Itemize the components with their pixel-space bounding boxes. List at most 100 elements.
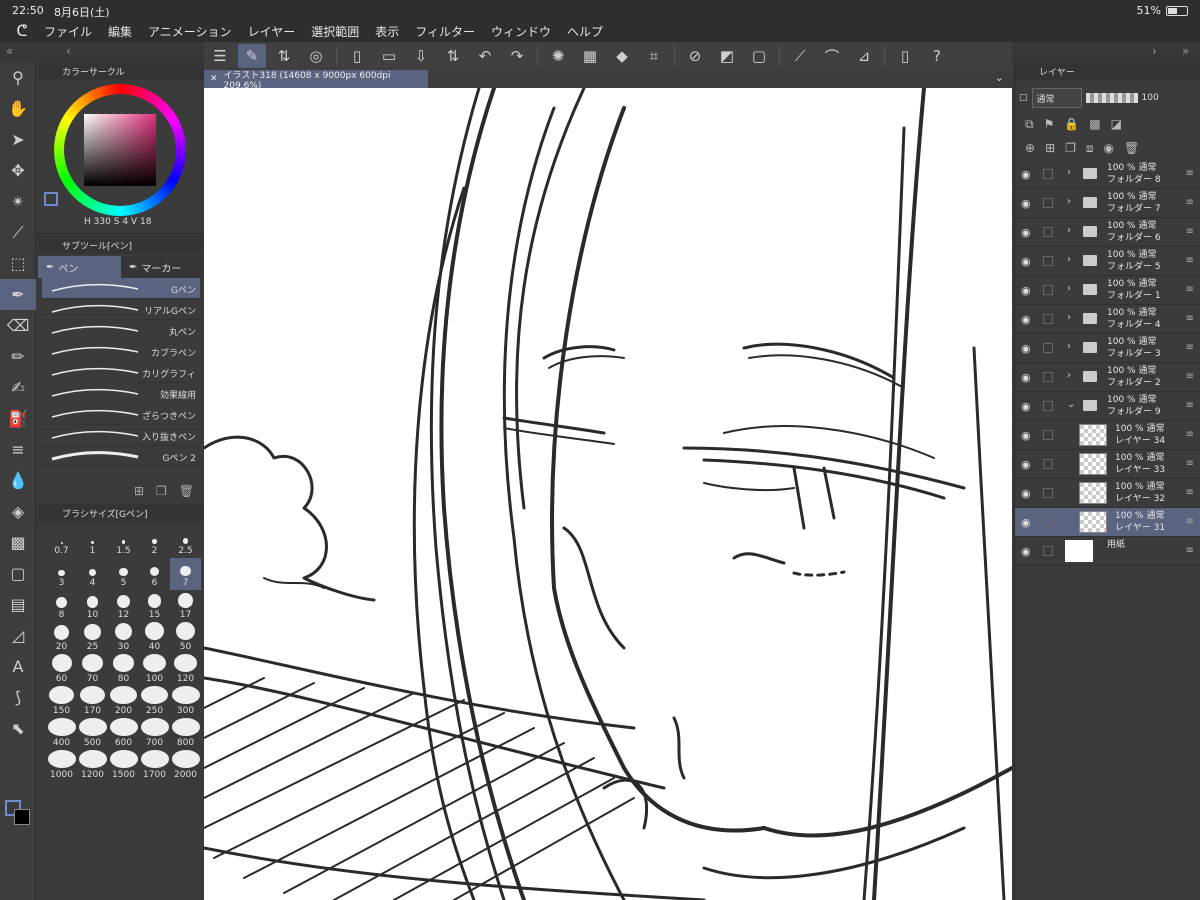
new-folder-icon[interactable]: ⊞ bbox=[1045, 141, 1055, 155]
eye-icon[interactable]: ◉ bbox=[1021, 400, 1031, 413]
brush-size-cell[interactable]: 100 bbox=[139, 654, 170, 686]
layer-menu-icon[interactable]: ≡ bbox=[1186, 226, 1194, 237]
brush-size-cell[interactable]: 17 bbox=[170, 590, 201, 622]
layer-row[interactable]: ◉ 100 % 通常 レイヤー 34 ≡ bbox=[1015, 421, 1200, 450]
drawing-canvas[interactable] bbox=[204, 88, 1012, 900]
brush-size-cell[interactable]: 30 bbox=[108, 622, 139, 654]
layer-row[interactable]: ◉ 100 % 通常 レイヤー 31 ≡ bbox=[1015, 508, 1200, 537]
eye-icon[interactable]: ◉ bbox=[1021, 197, 1031, 210]
brush-item[interactable]: ざらつきペン bbox=[42, 404, 200, 425]
brush-size-cell[interactable]: 2.5 bbox=[170, 526, 201, 558]
hue-ring[interactable] bbox=[54, 84, 186, 216]
menu-edit[interactable]: 編集 bbox=[108, 23, 132, 40]
eye-icon[interactable]: ◉ bbox=[1021, 516, 1031, 529]
layer-row[interactable]: ◉ › 100 % 通常 フォルダー 7 ≡ bbox=[1015, 189, 1200, 218]
brush-size-cell[interactable]: 70 bbox=[77, 654, 108, 686]
chevron-right-icon[interactable]: › bbox=[1067, 341, 1071, 352]
layer-checkbox[interactable] bbox=[1043, 546, 1053, 556]
brush-item[interactable]: 丸ペン bbox=[42, 320, 200, 341]
layer-checkbox[interactable] bbox=[1043, 314, 1053, 324]
move-layer-icon[interactable]: ✥ bbox=[0, 155, 36, 186]
eye-icon[interactable]: ◉ bbox=[1021, 371, 1031, 384]
layer-row[interactable]: ◉ 100 % 通常 レイヤー 33 ≡ bbox=[1015, 450, 1200, 479]
chevron-left-icon[interactable]: ‹ bbox=[66, 44, 71, 58]
brush-size-cell[interactable]: 8 bbox=[46, 590, 77, 622]
open-folder-icon[interactable]: ▭ bbox=[375, 44, 403, 68]
ruler-icon[interactable]: ◎ bbox=[302, 44, 330, 68]
smartphone-icon[interactable]: ▯ bbox=[891, 44, 919, 68]
chevron-right-icon[interactable]: › bbox=[1067, 370, 1071, 381]
chevron-right-icon[interactable]: › bbox=[1067, 196, 1071, 207]
layer-checkbox[interactable] bbox=[1043, 198, 1053, 208]
brush-item[interactable]: カブラペン bbox=[42, 341, 200, 362]
blend-clip-icon[interactable]: ▢ bbox=[1019, 93, 1028, 103]
tab-pen[interactable]: ✒ ペン bbox=[38, 256, 121, 278]
updown-icon[interactable]: ⇅ bbox=[270, 44, 298, 68]
gradient-icon[interactable]: ▩ bbox=[0, 527, 36, 558]
layer-menu-icon[interactable]: ≡ bbox=[1186, 458, 1194, 469]
layer-checkbox[interactable] bbox=[1043, 401, 1053, 411]
saturation-value-square[interactable] bbox=[84, 114, 156, 186]
brush-size-cell[interactable]: 1700 bbox=[139, 750, 170, 782]
reference-icon[interactable]: ⚑ bbox=[1044, 117, 1055, 131]
menu-filter[interactable]: フィルター bbox=[415, 23, 475, 40]
figure-icon[interactable]: ▢ bbox=[0, 558, 36, 589]
chevron-right-icon[interactable]: › bbox=[1067, 167, 1071, 178]
trash-icon[interactable]: 🗑 bbox=[179, 484, 194, 498]
trash-icon[interactable]: 🗑 bbox=[1124, 141, 1139, 155]
eye-icon[interactable]: ◉ bbox=[1021, 226, 1031, 239]
lock-transparency-icon[interactable]: ▩ bbox=[1089, 117, 1100, 131]
layer-row[interactable]: ◉ › 100 % 通常 フォルダー 3 ≡ bbox=[1015, 334, 1200, 363]
layer-menu-icon[interactable]: ≡ bbox=[1186, 342, 1194, 353]
canvas-tab[interactable]: ✕ イラスト318 (14608 x 9000px 600dpi 209.6%) bbox=[204, 70, 428, 91]
frame-icon[interactable]: ▤ bbox=[0, 589, 36, 620]
layer-menu-icon[interactable]: ≡ bbox=[1186, 516, 1194, 527]
magic-wand-icon[interactable]: ✴ bbox=[0, 186, 36, 217]
eye-icon[interactable]: ◉ bbox=[1021, 429, 1031, 442]
layer-menu-icon[interactable]: ≡ bbox=[1186, 371, 1194, 382]
brush-size-cell[interactable]: 7 bbox=[170, 558, 201, 590]
layer-checkbox[interactable] bbox=[1043, 256, 1053, 266]
deselect-icon[interactable]: ⊘ bbox=[681, 44, 709, 68]
chevron-right-icon[interactable]: › bbox=[1067, 283, 1071, 294]
decoration-icon[interactable]: ≡ bbox=[0, 434, 36, 465]
collapse-left-icon[interactable]: « bbox=[6, 44, 13, 58]
brush-size-cell[interactable]: 150 bbox=[46, 686, 77, 718]
layer-menu-icon[interactable]: ≡ bbox=[1186, 313, 1194, 324]
brush-size-cell[interactable]: 600 bbox=[108, 718, 139, 750]
brush-item[interactable]: 効果線用 bbox=[42, 383, 200, 404]
brush-size-cell[interactable]: 2 bbox=[139, 526, 170, 558]
layer-tab[interactable]: レイヤー bbox=[1015, 62, 1200, 80]
brush-size-cell[interactable]: 1200 bbox=[77, 750, 108, 782]
layer-checkbox[interactable] bbox=[1043, 459, 1053, 469]
brush-item[interactable]: Gペン 2 bbox=[42, 446, 200, 467]
selection-icon[interactable]: ⬚ bbox=[0, 248, 36, 279]
duplicate-icon[interactable]: ❐ bbox=[156, 484, 167, 498]
new-layer-icon[interactable]: ⊕ bbox=[1025, 141, 1035, 155]
import-icon[interactable]: ⊞ bbox=[134, 484, 144, 498]
color-wheel-tab[interactable]: カラーサークル bbox=[38, 62, 204, 80]
special-ruler-snap-icon[interactable]: ⌒ bbox=[818, 44, 846, 68]
layer-row[interactable]: ◉ ⌄ 100 % 通常 フォルダー 9 ≡ bbox=[1015, 392, 1200, 421]
layer-checkbox[interactable] bbox=[1043, 285, 1053, 295]
eye-icon[interactable]: ◉ bbox=[1021, 342, 1031, 355]
layer-checkbox[interactable] bbox=[1043, 227, 1053, 237]
brush-size-cell[interactable]: 12 bbox=[108, 590, 139, 622]
loading-icon[interactable]: ✺ bbox=[544, 44, 572, 68]
merge-icon[interactable]: ⧈ bbox=[1086, 141, 1094, 156]
chevron-down-icon[interactable]: ⌄ bbox=[1067, 399, 1075, 410]
subtool-tab[interactable]: サブツール[ペン] bbox=[38, 236, 204, 254]
chevron-right-icon[interactable]: › bbox=[1152, 44, 1157, 58]
chevron-right-icon[interactable]: › bbox=[1067, 254, 1071, 265]
layer-checkbox[interactable] bbox=[1043, 430, 1053, 440]
menu-window[interactable]: ウィンドウ bbox=[491, 23, 551, 40]
eye-icon[interactable]: ◉ bbox=[1021, 284, 1031, 297]
hamburger-menu-icon[interactable]: ☰ bbox=[206, 44, 234, 68]
layer-row[interactable]: ◉ › 100 % 通常 フォルダー 5 ≡ bbox=[1015, 247, 1200, 276]
layer-menu-icon[interactable]: ≡ bbox=[1186, 197, 1194, 208]
brush-size-cell[interactable]: 4 bbox=[77, 558, 108, 590]
layer-menu-icon[interactable]: ≡ bbox=[1186, 429, 1194, 440]
brush-size-cell[interactable]: 6 bbox=[139, 558, 170, 590]
brush-size-cell[interactable]: 700 bbox=[139, 718, 170, 750]
mask-icon[interactable]: ◪ bbox=[1111, 117, 1122, 131]
